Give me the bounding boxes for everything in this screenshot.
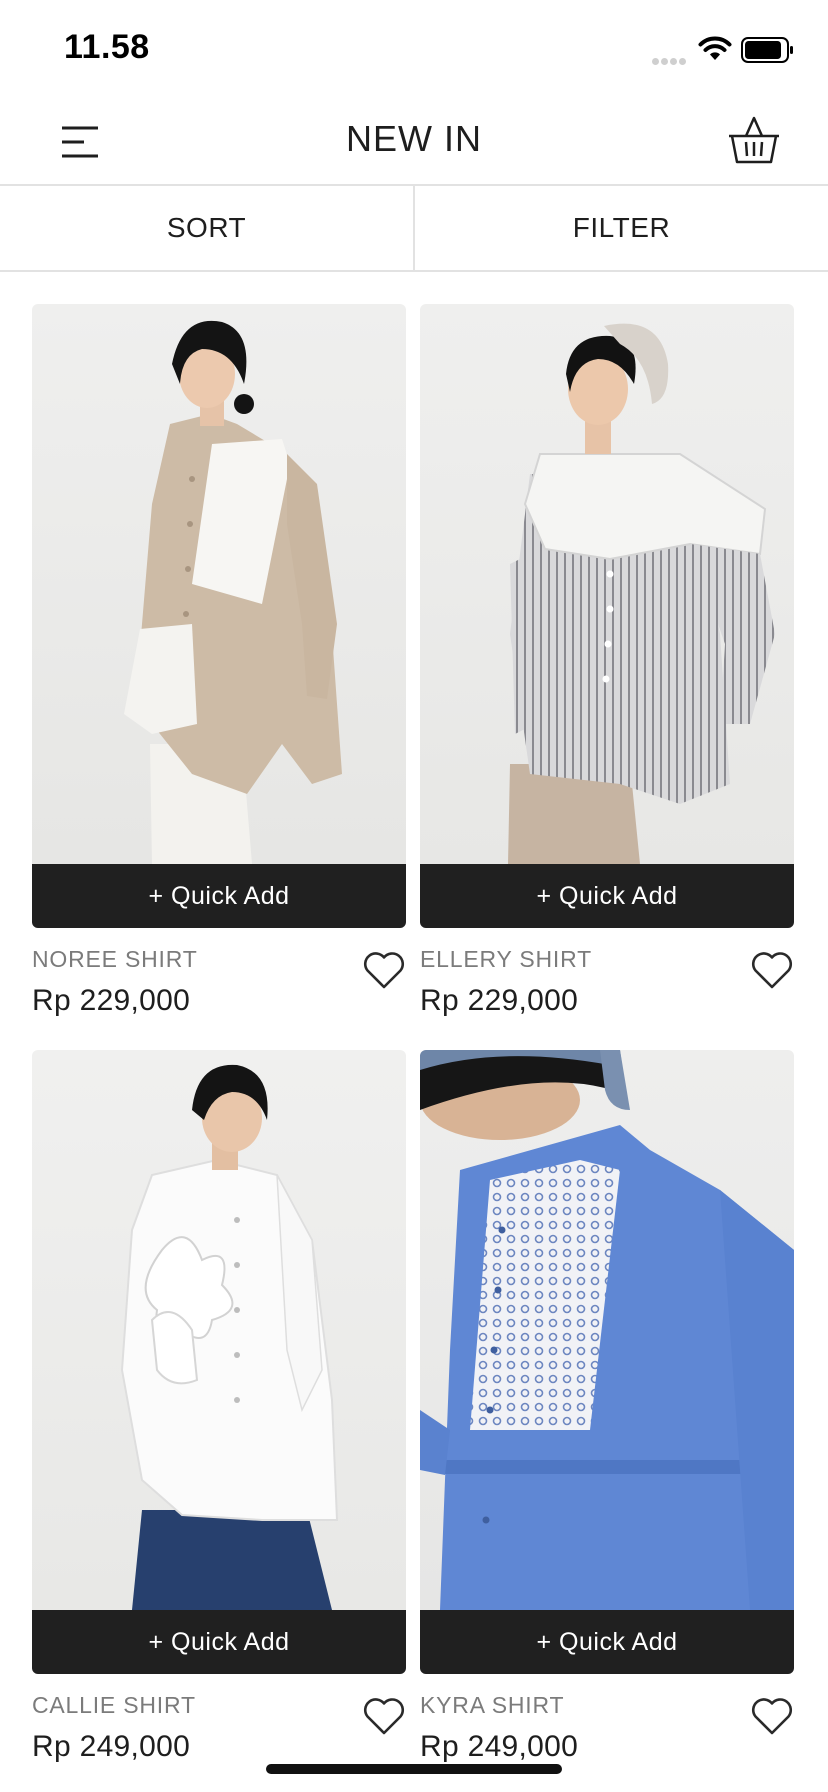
sort-filter-bar: SORT FILTER: [0, 186, 828, 272]
wifi-icon: [698, 36, 732, 60]
quick-add-button[interactable]: + Quick Add: [32, 864, 406, 928]
cellular-signal-icon: [652, 52, 688, 70]
quick-add-button[interactable]: + Quick Add: [420, 1610, 794, 1674]
basket-icon[interactable]: [726, 114, 782, 166]
heart-icon[interactable]: [362, 1696, 406, 1736]
heart-icon[interactable]: [362, 950, 406, 990]
sort-button[interactable]: SORT: [0, 186, 415, 270]
home-indicator[interactable]: [266, 1764, 562, 1774]
heart-icon[interactable]: [750, 1696, 794, 1736]
product-name[interactable]: ELLERY SHIRT: [420, 946, 592, 973]
product-price: Rp 249,000: [32, 1730, 191, 1763]
product-image[interactable]: [420, 304, 794, 864]
status-time: 11.58: [64, 28, 150, 66]
top-navigation-bar: NEW IN: [0, 100, 828, 186]
status-bar: 11.58: [0, 0, 828, 100]
battery-icon: [741, 37, 793, 63]
product-price: Rp 249,000: [420, 1730, 579, 1763]
quick-add-button[interactable]: + Quick Add: [32, 1610, 406, 1674]
product-price: Rp 229,000: [32, 984, 191, 1017]
product-name[interactable]: KYRA SHIRT: [420, 1692, 564, 1719]
filter-button[interactable]: FILTER: [415, 186, 828, 270]
page-title: NEW IN: [346, 118, 482, 159]
product-price: Rp 229,000: [420, 984, 579, 1017]
product-name[interactable]: NOREE SHIRT: [32, 946, 198, 973]
quick-add-button[interactable]: + Quick Add: [420, 864, 794, 928]
heart-icon[interactable]: [750, 950, 794, 990]
product-name[interactable]: CALLIE SHIRT: [32, 1692, 196, 1719]
product-image[interactable]: [32, 1050, 406, 1610]
product-image[interactable]: [420, 1050, 794, 1610]
product-image[interactable]: [32, 304, 406, 864]
